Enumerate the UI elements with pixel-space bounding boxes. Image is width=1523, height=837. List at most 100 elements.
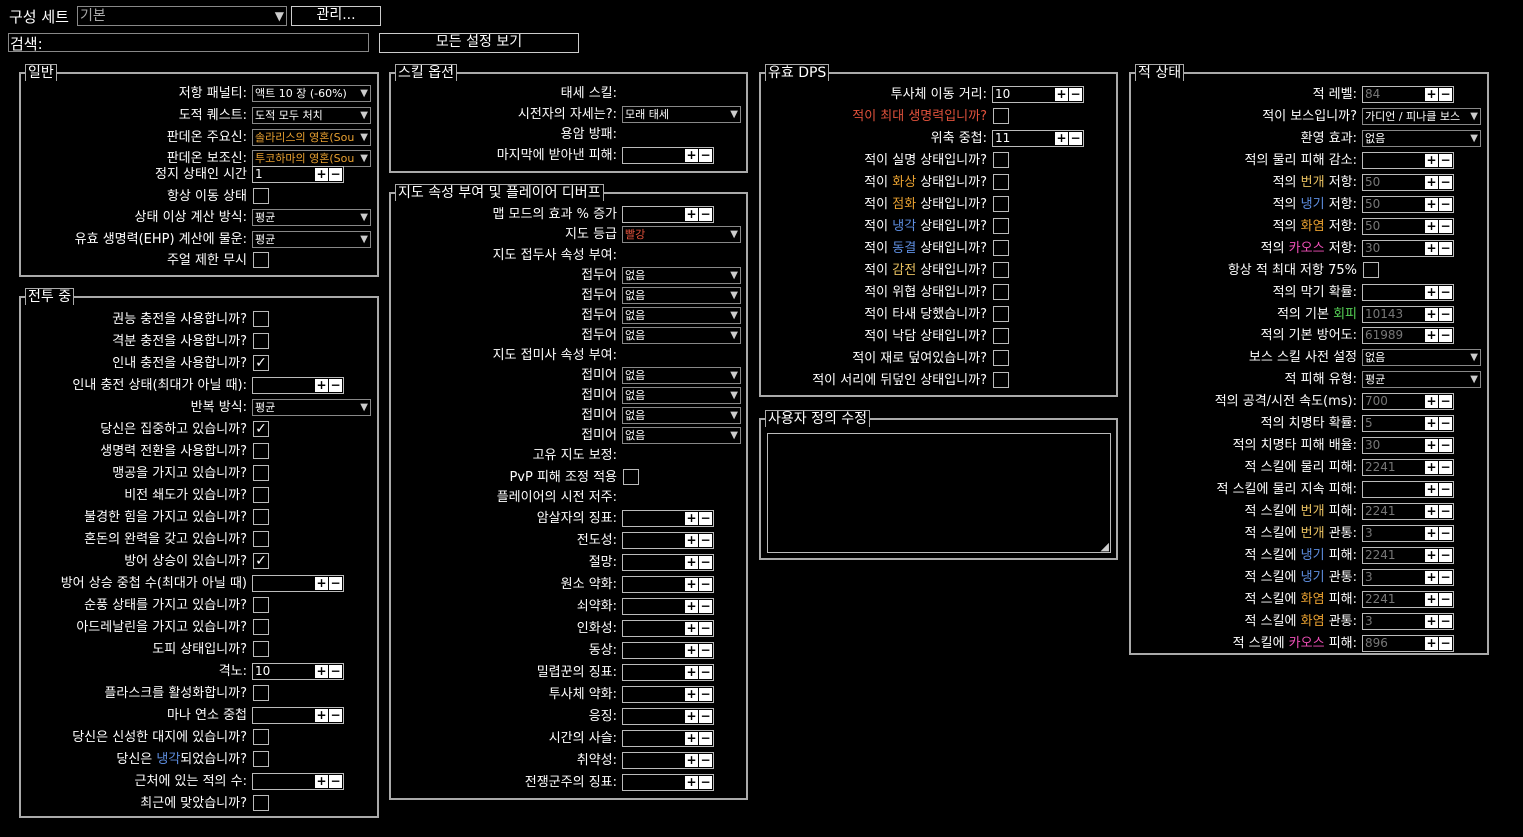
plus-icon[interactable]: + (685, 512, 698, 525)
option-checkbox[interactable] (253, 487, 269, 503)
plus-icon[interactable]: + (1425, 219, 1438, 233)
option-checkbox[interactable] (253, 311, 269, 327)
minus-icon[interactable]: − (1439, 88, 1452, 101)
option-number-input[interactable]: 10143 + − (1362, 305, 1454, 323)
minus-icon[interactable]: − (1439, 527, 1452, 540)
minus-icon[interactable]: − (699, 512, 712, 525)
option-checkbox[interactable] (253, 641, 269, 657)
option-checkbox[interactable] (993, 174, 1009, 190)
option-checkbox[interactable]: ✓ (253, 421, 269, 437)
option-checkbox[interactable] (253, 187, 269, 204)
option-checkbox[interactable] (253, 333, 269, 349)
option-number-input[interactable]: 30 + − (1362, 437, 1454, 455)
minus-icon[interactable]: − (699, 776, 712, 789)
plus-icon[interactable]: + (1425, 483, 1438, 497)
show-all-settings-button[interactable]: 모든 설정 보기 (379, 33, 579, 53)
minus-icon[interactable]: − (699, 754, 712, 767)
option-checkbox[interactable] (253, 795, 269, 811)
option-checkbox[interactable] (993, 328, 1009, 344)
option-checkbox[interactable] (993, 152, 1009, 168)
plus-icon[interactable]: + (1425, 527, 1438, 540)
option-checkbox[interactable] (1363, 261, 1379, 278)
plus-icon[interactable]: + (685, 578, 698, 591)
option-checkbox[interactable] (253, 531, 269, 547)
option-number-input[interactable]: + − (1362, 151, 1454, 169)
plus-icon[interactable]: + (1425, 329, 1438, 343)
minus-icon[interactable]: − (1439, 548, 1452, 562)
plus-icon[interactable]: + (1425, 88, 1438, 101)
minus-icon[interactable]: − (1439, 395, 1452, 409)
option-number-input[interactable]: + − (622, 598, 714, 615)
plus-icon[interactable]: + (685, 534, 698, 547)
minus-icon[interactable]: − (699, 644, 712, 657)
plus-icon[interactable]: + (1425, 153, 1438, 167)
option-number-input[interactable]: 2241 + − (1362, 459, 1454, 477)
option-number-input[interactable]: + − (622, 730, 714, 747)
plus-icon[interactable]: + (1425, 439, 1438, 453)
search-box[interactable]: 검색: (8, 33, 369, 53)
plus-icon[interactable]: + (1425, 175, 1438, 189)
plus-icon[interactable]: + (685, 666, 698, 679)
option-checkbox[interactable] (253, 751, 269, 767)
plus-icon[interactable]: + (1425, 592, 1438, 606)
option-dropdown[interactable]: 없음 ▼ (622, 407, 741, 424)
minus-icon[interactable]: − (1439, 570, 1452, 584)
plus-icon[interactable]: + (1425, 285, 1438, 299)
minus-icon[interactable]: − (1439, 592, 1452, 606)
plus-icon[interactable]: + (685, 776, 698, 789)
option-checkbox[interactable] (993, 306, 1009, 322)
option-number-input[interactable]: + − (622, 532, 714, 549)
option-number-input[interactable]: + − (622, 686, 714, 703)
option-checkbox[interactable]: ✓ (253, 355, 269, 371)
minus-icon[interactable]: − (699, 600, 712, 613)
option-dropdown[interactable]: 평균 ▼ (1362, 371, 1481, 389)
minus-icon[interactable]: − (1439, 329, 1452, 343)
plus-icon[interactable]: + (1425, 636, 1438, 650)
option-checkbox[interactable] (993, 262, 1009, 278)
option-checkbox[interactable] (253, 685, 269, 701)
minus-icon[interactable]: − (699, 556, 712, 569)
option-number-input[interactable]: + − (622, 642, 714, 659)
option-number-input[interactable]: 50 + − (1362, 173, 1454, 191)
plus-icon[interactable]: + (1425, 197, 1438, 211)
plus-icon[interactable]: + (1425, 570, 1438, 584)
minus-icon[interactable]: − (1439, 307, 1452, 321)
option-number-input[interactable]: + − (622, 774, 714, 791)
plus-icon[interactable]: + (685, 644, 698, 657)
option-checkbox[interactable] (993, 350, 1009, 366)
minus-icon[interactable]: − (329, 168, 342, 181)
option-checkbox[interactable] (623, 469, 639, 485)
minus-icon[interactable]: − (1439, 483, 1452, 497)
option-checkbox[interactable] (993, 218, 1009, 234)
option-number-input[interactable]: + − (622, 510, 714, 527)
option-number-input[interactable]: 1 + − (252, 166, 344, 183)
option-number-input[interactable]: 896 + − (1362, 634, 1454, 652)
minus-icon[interactable]: − (1439, 461, 1452, 475)
option-number-input[interactable]: + − (622, 554, 714, 571)
option-checkbox[interactable] (253, 597, 269, 613)
option-dropdown[interactable]: 없음 ▼ (622, 427, 741, 444)
option-number-input[interactable]: 50 + − (1362, 217, 1454, 235)
minus-icon[interactable]: − (1439, 241, 1452, 255)
option-checkbox[interactable] (993, 196, 1009, 212)
minus-icon[interactable]: − (699, 688, 712, 701)
plus-icon[interactable]: + (685, 732, 698, 745)
option-number-input[interactable]: 30 + − (1362, 239, 1454, 257)
minus-icon[interactable]: − (1439, 175, 1452, 189)
option-checkbox[interactable] (253, 619, 269, 635)
minus-icon[interactable]: − (1439, 636, 1452, 650)
option-number-input[interactable]: 2241 + − (1362, 503, 1454, 521)
option-checkbox[interactable] (993, 284, 1009, 300)
option-checkbox[interactable] (993, 240, 1009, 256)
option-number-input[interactable]: 3 + − (1362, 525, 1454, 542)
option-checkbox[interactable] (253, 465, 269, 481)
minus-icon[interactable]: − (699, 534, 712, 547)
option-dropdown[interactable]: 없음 ▼ (1362, 349, 1481, 367)
plus-icon[interactable]: + (1425, 461, 1438, 475)
option-number-input[interactable]: 61989 + − (1362, 327, 1454, 345)
option-number-input[interactable]: + − (622, 664, 714, 681)
minus-icon[interactable]: − (1439, 439, 1452, 453)
option-number-input[interactable]: 3 + − (1362, 568, 1454, 586)
plus-icon[interactable]: + (315, 168, 328, 181)
minus-icon[interactable]: − (1439, 614, 1452, 628)
